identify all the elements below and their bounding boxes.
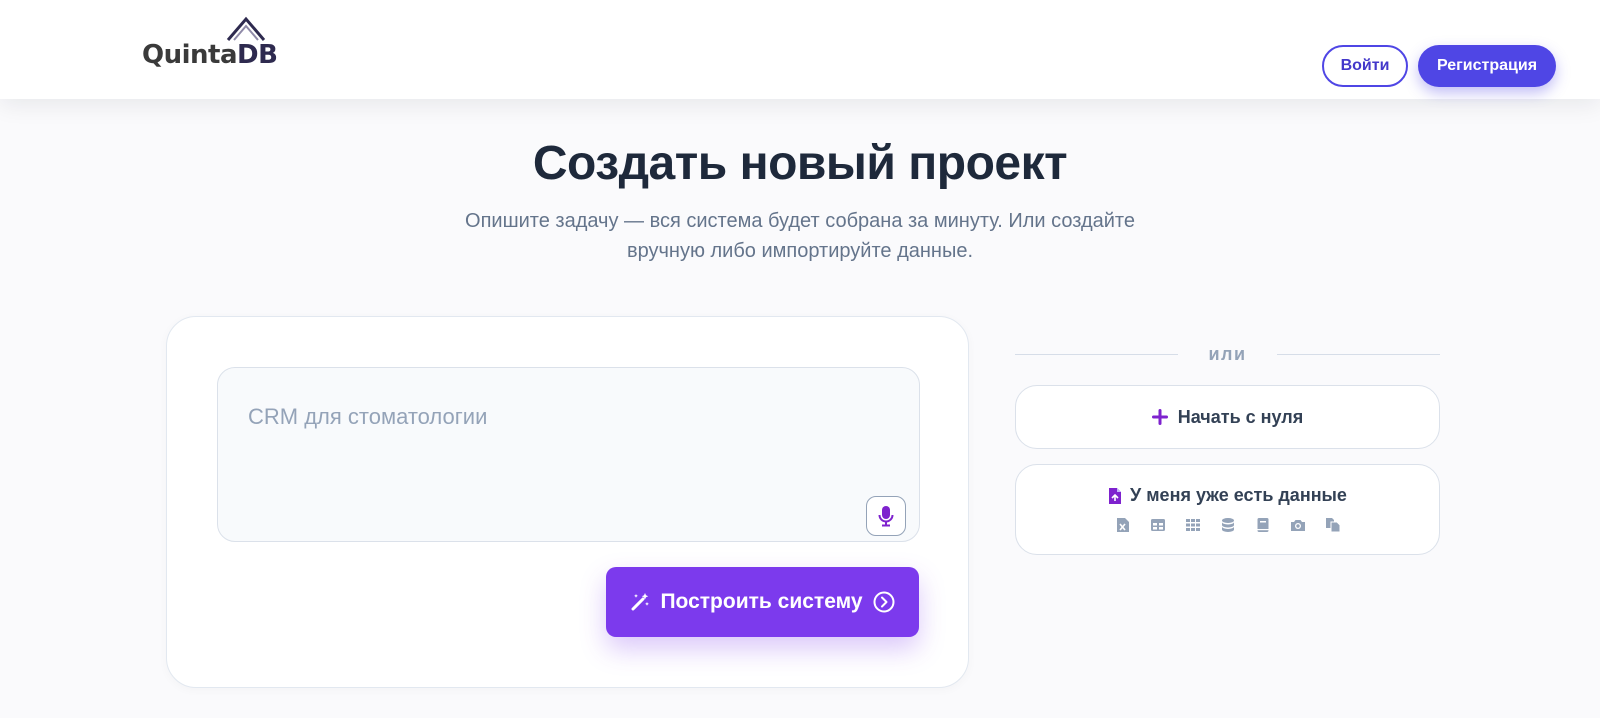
or-divider: или xyxy=(1015,340,1440,370)
page-subtitle: Опишите задачу — вся система будет собра… xyxy=(465,210,1135,262)
divider-line-left xyxy=(1015,354,1178,355)
microphone-icon xyxy=(878,506,894,527)
camera-icon xyxy=(1290,520,1305,531)
logo-text: QuintaDB xyxy=(142,40,278,70)
excel-file-icon xyxy=(1116,518,1129,532)
plus-icon xyxy=(1151,409,1168,425)
page-title: Создать новый проект xyxy=(532,137,1068,190)
divider-line-right xyxy=(1277,354,1440,355)
top-navbar: QuintaDB Войти Регистрация xyxy=(0,0,1600,99)
import-data-label: У меня уже есть данные xyxy=(1130,485,1347,505)
data-source-icons xyxy=(1016,517,1439,533)
book-icon xyxy=(1257,518,1268,532)
quintadb-logo[interactable]: QuintaDB xyxy=(142,16,278,72)
file-upload-icon xyxy=(1109,487,1122,504)
project-description-input[interactable] xyxy=(218,368,919,541)
prompt-box xyxy=(217,367,920,542)
magic-wand-icon xyxy=(631,593,650,611)
login-button[interactable]: Войти xyxy=(1322,45,1408,87)
copy-files-icon xyxy=(1325,518,1340,533)
build-system-button[interactable]: Построить систему xyxy=(606,567,919,637)
start-from-scratch-button[interactable]: Начать с нуля xyxy=(1015,385,1440,449)
start-from-scratch-label: Начать с нуля xyxy=(1177,406,1304,427)
chevron-circle-right-icon xyxy=(873,591,895,613)
voice-input-button[interactable] xyxy=(866,496,906,536)
register-button[interactable]: Регистрация xyxy=(1418,45,1556,87)
or-label: или xyxy=(1208,344,1247,364)
ai-builder-card: Построить систему xyxy=(166,316,969,688)
build-system-label: Построить систему xyxy=(660,590,863,613)
import-data-button[interactable]: У меня уже есть данные xyxy=(1015,464,1440,555)
database-icon xyxy=(1221,518,1234,532)
grid-icon xyxy=(1185,519,1200,531)
table-icon xyxy=(1150,519,1165,531)
logo-roof-icon xyxy=(226,16,266,41)
